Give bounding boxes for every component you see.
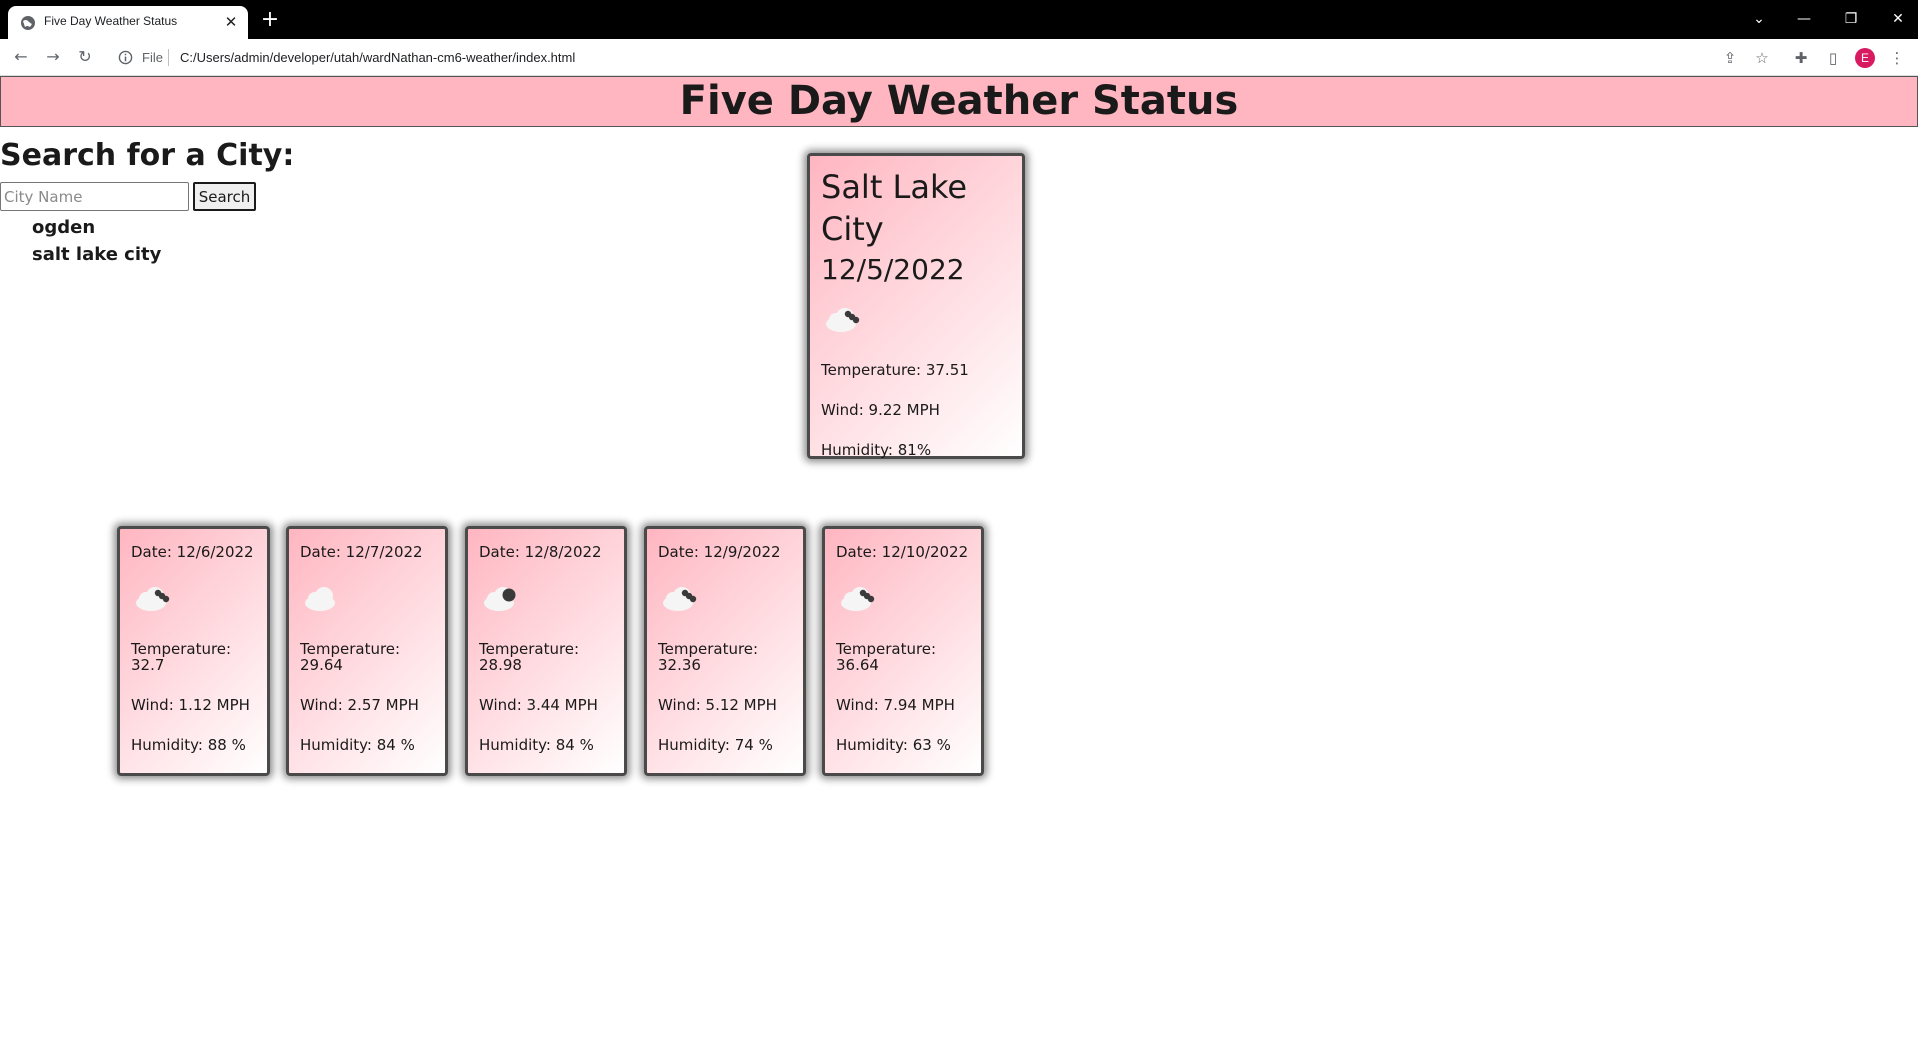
forecast-card: Date: 12/6/2022 Temperature: 32.7 Wind: … bbox=[117, 526, 270, 776]
extensions-icon[interactable]: ✚ bbox=[1790, 47, 1812, 69]
search-button[interactable]: Search bbox=[193, 182, 256, 211]
browser-tab-strip: Five Day Weather Status ✕ + ⌄ — ❐ ✕ bbox=[0, 0, 1918, 39]
current-humidity: Humidity: 81% bbox=[821, 441, 932, 459]
url-text[interactable]: C:/Users/admin/developer/utah/wardNathan… bbox=[180, 50, 575, 65]
forecast-temperature: Temperature: 32.7 bbox=[131, 640, 232, 674]
current-temperature: Temperature: 37.51 bbox=[821, 361, 969, 379]
scheme-label: File bbox=[142, 50, 163, 65]
forecast-card: Date: 12/10/2022 Temperature: 36.64 Wind… bbox=[822, 526, 984, 776]
forecast-wind: Wind: 2.57 MPH bbox=[300, 696, 419, 714]
current-date: 12/5/2022 bbox=[821, 253, 965, 286]
close-tab-icon[interactable]: ✕ bbox=[222, 13, 240, 31]
current-city: Salt Lake City bbox=[821, 168, 968, 248]
forecast-humidity: Humidity: 84 % bbox=[300, 736, 415, 754]
bookmark-star-icon[interactable]: ☆ bbox=[1751, 47, 1773, 69]
reload-icon[interactable]: ↻ bbox=[73, 45, 97, 69]
forecast-card: Date: 12/7/2022 Temperature: 29.64 Wind:… bbox=[286, 526, 448, 776]
city-search-input[interactable] bbox=[0, 182, 189, 211]
browser-tab[interactable]: Five Day Weather Status ✕ bbox=[8, 6, 248, 39]
forecast-humidity: Humidity: 63 % bbox=[836, 736, 951, 754]
cloud-rain-icon bbox=[841, 587, 875, 611]
forecast-temperature: Temperature: 36.64 bbox=[836, 640, 937, 674]
browser-toolbar: ← → ↻ File C:/Users/admin/developer/utah… bbox=[0, 39, 1918, 76]
history-item-ogden[interactable]: ogden bbox=[32, 214, 161, 241]
restore-icon[interactable]: ❐ bbox=[1836, 7, 1866, 31]
address-bar[interactable]: File C:/Users/admin/developer/utah/wardN… bbox=[108, 43, 1748, 72]
forecast-date: Date: 12/8/2022 bbox=[479, 543, 602, 561]
current-weather-card: Salt Lake City 12/5/2022 Temperature: 37… bbox=[807, 153, 1025, 459]
new-tab-icon[interactable]: + bbox=[258, 9, 282, 33]
forecast-wind: Wind: 5.12 MPH bbox=[658, 696, 777, 714]
close-window-icon[interactable]: ✕ bbox=[1883, 7, 1913, 31]
search-history-list: ogden salt lake city bbox=[32, 214, 161, 268]
side-panel-icon[interactable]: ▯ bbox=[1822, 47, 1844, 69]
cloud-rain-icon bbox=[826, 308, 860, 332]
forecast-card: Date: 12/8/2022 Temperature: 28.98 Wind:… bbox=[465, 526, 627, 776]
page-header: Five Day Weather Status bbox=[0, 76, 1918, 127]
cloud-rain-icon bbox=[136, 587, 170, 611]
history-item-salt-lake-city[interactable]: salt lake city bbox=[32, 241, 161, 268]
tab-search-icon[interactable]: ⌄ bbox=[1744, 7, 1774, 31]
search-heading: Search for a City: bbox=[0, 138, 295, 173]
profile-avatar[interactable]: E bbox=[1855, 48, 1875, 68]
forecast-wind: Wind: 1.12 MPH bbox=[131, 696, 250, 714]
back-icon[interactable]: ← bbox=[9, 45, 33, 69]
forecast-card: Date: 12/9/2022 Temperature: 32.36 Wind:… bbox=[644, 526, 806, 776]
current-wind: Wind: 9.22 MPH bbox=[821, 401, 940, 419]
forecast-temperature: Temperature: 29.64 bbox=[300, 640, 401, 674]
globe-icon bbox=[21, 16, 35, 30]
minimize-icon[interactable]: — bbox=[1789, 7, 1819, 31]
forecast-humidity: Humidity: 88 % bbox=[131, 736, 246, 754]
info-icon[interactable] bbox=[118, 50, 133, 65]
cloud-rain-icon bbox=[663, 587, 697, 611]
forecast-humidity: Humidity: 84 % bbox=[479, 736, 594, 754]
forecast-temperature: Temperature: 32.36 bbox=[658, 640, 759, 674]
forward-icon[interactable]: → bbox=[41, 45, 65, 69]
menu-icon[interactable]: ⋮ bbox=[1886, 47, 1908, 69]
forecast-wind: Wind: 7.94 MPH bbox=[836, 696, 955, 714]
cloud-dark-icon bbox=[484, 587, 516, 611]
forecast-date: Date: 12/10/2022 bbox=[836, 543, 969, 561]
cloud-icon bbox=[305, 587, 335, 611]
forecast-date: Date: 12/6/2022 bbox=[131, 543, 254, 561]
forecast-humidity: Humidity: 74 % bbox=[658, 736, 773, 754]
divider bbox=[168, 49, 169, 66]
tab-title: Five Day Weather Status bbox=[44, 14, 178, 28]
forecast-date: Date: 12/7/2022 bbox=[300, 543, 423, 561]
page-title: Five Day Weather Status bbox=[679, 78, 1239, 124]
share-icon[interactable]: ⇪ bbox=[1719, 47, 1741, 69]
forecast-date: Date: 12/9/2022 bbox=[658, 543, 781, 561]
page-content: Five Day Weather Status Search for a Cit… bbox=[0, 76, 1918, 1045]
forecast-temperature: Temperature: 28.98 bbox=[479, 640, 580, 674]
forecast-wind: Wind: 3.44 MPH bbox=[479, 696, 598, 714]
